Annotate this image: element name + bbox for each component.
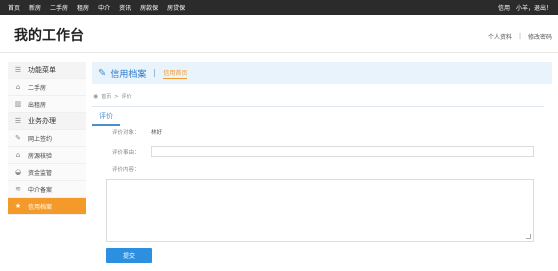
sidebar-item-label: 中介备案 bbox=[28, 186, 53, 194]
user-name[interactable]: 信用 bbox=[498, 3, 510, 12]
edit-icon: ✎ bbox=[15, 134, 21, 142]
sidebar: ☰ 功能菜单 ⌂ 二手房 ▥ 出租房 ☰ 业务办理 ✎ 网上签约 ⌂ 房源核验 … bbox=[8, 62, 86, 215]
breadcrumb-current: 评价 bbox=[121, 94, 132, 100]
target-value: 林好 bbox=[151, 130, 163, 136]
nav-payment-protect[interactable]: 房款保 bbox=[140, 3, 158, 12]
breadcrumb: ◉ 首页 > 评价 bbox=[92, 93, 552, 100]
sidebar-item-label: 业务办理 bbox=[28, 117, 56, 125]
tab-evaluation[interactable]: 评价 bbox=[92, 107, 120, 126]
section-title: 信用档案 bbox=[110, 69, 147, 80]
sidebar-item-listing-verify[interactable]: ⌂ 房源核验 bbox=[8, 147, 86, 164]
house-icon: ⌂ bbox=[15, 83, 21, 91]
nav-agency[interactable]: 中介 bbox=[98, 3, 110, 12]
star-icon: ★ bbox=[14, 202, 22, 210]
content-label: 评价内容： bbox=[112, 167, 140, 173]
section-divider bbox=[154, 69, 156, 77]
nav-rental[interactable]: 租房 bbox=[77, 3, 89, 12]
sidebar-item-label: 功能菜单 bbox=[28, 66, 56, 74]
nav-news[interactable]: 资讯 bbox=[119, 3, 131, 12]
header-divider-line bbox=[0, 52, 558, 53]
edit-icon: ✎ bbox=[98, 67, 107, 79]
section-header: ✎ 信用档案 信用首页 bbox=[92, 62, 552, 84]
location-icon: ◉ bbox=[93, 93, 99, 100]
header-divider: | bbox=[518, 33, 521, 40]
sidebar-item-credit-file[interactable]: ★ 信用档案 bbox=[8, 198, 86, 215]
lock-icon: ◒ bbox=[14, 168, 22, 176]
sidebar-group-business: ☰ 业务办理 bbox=[8, 113, 86, 130]
submit-button[interactable]: 提交 bbox=[106, 248, 152, 263]
sidebar-item-label: 资金监管 bbox=[28, 169, 53, 177]
target-label: 评价对象： bbox=[112, 130, 140, 136]
layers-icon: ≋ bbox=[15, 185, 21, 193]
form-row-content: 评价内容： bbox=[92, 165, 552, 180]
form-row-target: 评价对象： 林好 bbox=[92, 128, 552, 143]
sidebar-item-second-hand[interactable]: ⌂ 二手房 bbox=[8, 79, 86, 96]
sidebar-item-label: 房源核验 bbox=[28, 152, 53, 160]
sidebar-item-online-signing[interactable]: ✎ 网上签约 bbox=[8, 130, 86, 147]
building-icon: ▥ bbox=[14, 100, 22, 108]
house-check-icon: ⌂ bbox=[15, 151, 21, 159]
sidebar-item-agency-filing[interactable]: ≋ 中介备案 bbox=[8, 181, 86, 198]
top-nav: 首页 新房 二手房 租房 中介 资讯 房款保 房贷保 bbox=[8, 0, 194, 15]
user-area: 信用 小羊，退出！ bbox=[498, 0, 552, 15]
tab-credit-home[interactable]: 信用首页 bbox=[163, 68, 188, 79]
profile-link[interactable]: 个人资料 bbox=[488, 32, 512, 41]
form-row-reason: 评价事由： bbox=[92, 146, 552, 161]
page-title: 我的工作台 bbox=[14, 28, 84, 44]
reason-label: 评价事由： bbox=[112, 150, 140, 156]
evaluation-panel: 评价 bbox=[92, 106, 544, 126]
top-nav-bar: 首页 新房 二手房 租房 中介 资讯 房款保 房贷保 信用 小羊，退出！ bbox=[0, 0, 558, 15]
change-password-link[interactable]: 修改密码 bbox=[528, 32, 552, 41]
main-content: ✎ 信用档案 信用首页 ◉ 首页 > 评价 评价 bbox=[92, 62, 552, 126]
resize-handle-icon[interactable] bbox=[526, 234, 531, 239]
menu-icon: ☰ bbox=[14, 66, 22, 74]
content-textarea[interactable] bbox=[106, 179, 534, 242]
sidebar-group-menu: ☰ 功能菜单 bbox=[8, 62, 86, 79]
breadcrumb-separator: > bbox=[114, 93, 119, 100]
nav-second-hand[interactable]: 二手房 bbox=[50, 3, 68, 12]
nav-home[interactable]: 首页 bbox=[8, 3, 20, 12]
nav-loan-protect[interactable]: 房贷保 bbox=[167, 3, 185, 12]
header-links: 个人资料 | 修改密码 bbox=[488, 32, 552, 41]
sidebar-item-label: 信用档案 bbox=[28, 203, 53, 211]
sidebar-item-label: 二手房 bbox=[28, 84, 47, 92]
sidebar-item-label: 网上签约 bbox=[28, 135, 53, 143]
reason-input[interactable] bbox=[151, 146, 534, 157]
nav-new-homes[interactable]: 新房 bbox=[29, 3, 41, 12]
breadcrumb-home[interactable]: 首页 bbox=[101, 93, 111, 100]
sidebar-item-fund-supervision[interactable]: ◒ 资金监管 bbox=[8, 164, 86, 181]
list-icon: ☰ bbox=[14, 117, 22, 125]
sidebar-item-rental[interactable]: ▥ 出租房 bbox=[8, 96, 86, 113]
sidebar-item-label: 出租房 bbox=[28, 101, 47, 109]
logout-link[interactable]: 小羊，退出！ bbox=[516, 3, 552, 12]
